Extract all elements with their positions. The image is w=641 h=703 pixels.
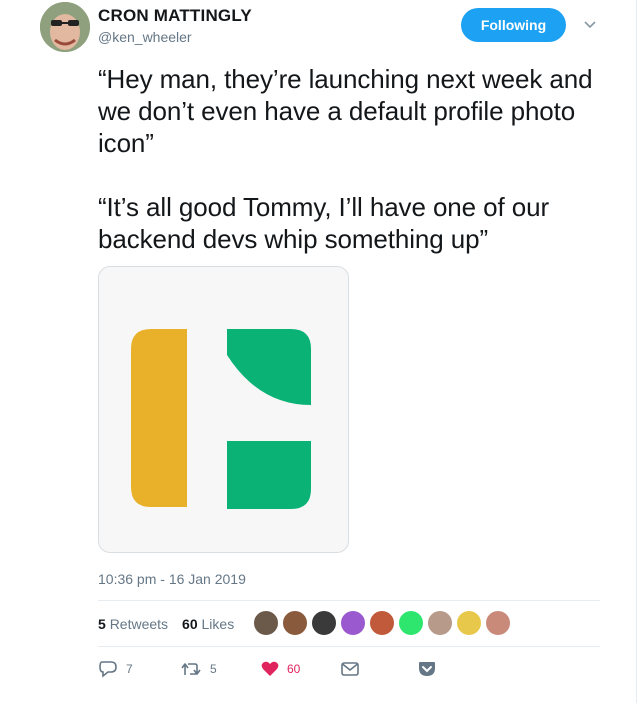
- liker-avatars: [253, 610, 511, 636]
- liker-avatar[interactable]: [398, 610, 424, 636]
- following-button[interactable]: Following: [461, 8, 566, 42]
- liker-avatar[interactable]: [311, 610, 337, 636]
- liker-avatar[interactable]: [282, 610, 308, 636]
- engagement-stats: 5 Retweets 60 Likes: [98, 616, 234, 632]
- retweet-count: 5: [210, 662, 217, 676]
- likes-label: Likes: [201, 616, 235, 632]
- tweet-actions: 7 5 60: [0, 657, 641, 681]
- logo-bar: [131, 329, 187, 507]
- logo-quarter-shape: [227, 329, 311, 405]
- tweet-timestamp[interactable]: 10:36 pm - 16 Jan 2019: [98, 571, 246, 587]
- likes-stat[interactable]: 60 Likes: [182, 616, 234, 632]
- reply-icon: [99, 661, 117, 678]
- pocket-icon: [419, 662, 435, 676]
- liker-avatar[interactable]: [456, 610, 482, 636]
- liker-avatar[interactable]: [369, 610, 395, 636]
- heart-icon: [261, 661, 279, 676]
- reply-count: 7: [126, 662, 133, 676]
- liker-avatar[interactable]: [340, 610, 366, 636]
- logo-square-shape: [227, 441, 311, 509]
- chevron-down-icon[interactable]: [582, 18, 598, 30]
- page-border: [636, 0, 637, 703]
- retweets-label: Retweets: [109, 616, 169, 632]
- divider: [98, 646, 600, 647]
- retweet-icon: [181, 663, 201, 675]
- tweet-media-image[interactable]: [98, 266, 349, 553]
- liker-avatar[interactable]: [253, 610, 279, 636]
- author-avatar[interactable]: [40, 2, 90, 52]
- like-button[interactable]: 60: [261, 657, 300, 681]
- retweet-button[interactable]: 5: [180, 657, 217, 681]
- envelope-icon: [341, 662, 359, 676]
- tweet-text: “Hey man, they’re launching next week an…: [98, 64, 593, 254]
- liker-avatar[interactable]: [485, 610, 511, 636]
- like-count: 60: [287, 662, 301, 676]
- direct-message-button[interactable]: [341, 657, 359, 681]
- retweets-stat[interactable]: 5 Retweets: [98, 616, 168, 632]
- author-handle[interactable]: @ken_wheeler: [98, 29, 192, 45]
- pocket-button[interactable]: [418, 657, 436, 681]
- reply-button[interactable]: 7: [98, 657, 133, 681]
- retweets-count: 5: [98, 616, 106, 632]
- divider: [98, 600, 600, 601]
- author-display-name[interactable]: CRON MATTINGLY: [98, 6, 252, 26]
- liker-avatar[interactable]: [427, 610, 453, 636]
- likes-count: 60: [182, 616, 198, 632]
